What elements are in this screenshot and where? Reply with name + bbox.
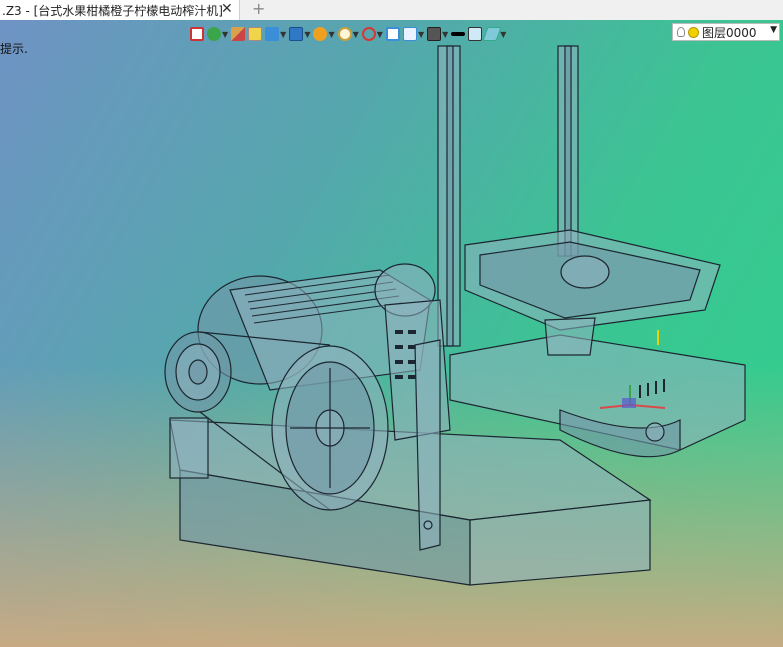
tab-title: .Z3 - [台式水果柑橘橙子柠檬电动榨汁机] (2, 3, 223, 18)
hopper-tray (464, 229, 721, 356)
document-tab[interactable]: .Z3 - [台式水果柑橘橙子柠檬电动榨汁机] ✕ (0, 0, 240, 20)
tab-bar: .Z3 - [台式水果柑橘橙子柠檬电动榨汁机] ✕ + (0, 0, 783, 21)
bracket (414, 339, 441, 551)
new-tab-button[interactable]: + (252, 0, 265, 18)
small-pulley (164, 331, 232, 413)
close-icon[interactable]: ✕ (221, 1, 233, 17)
juicer-3d-model[interactable] (0, 20, 783, 647)
3d-viewport[interactable]: 提示. ▼ ▼ ▼ ▼ ▼ ▼ ▼ ▼ ▼ 图层0000 ▼ (0, 20, 783, 647)
large-pulley (271, 345, 389, 511)
